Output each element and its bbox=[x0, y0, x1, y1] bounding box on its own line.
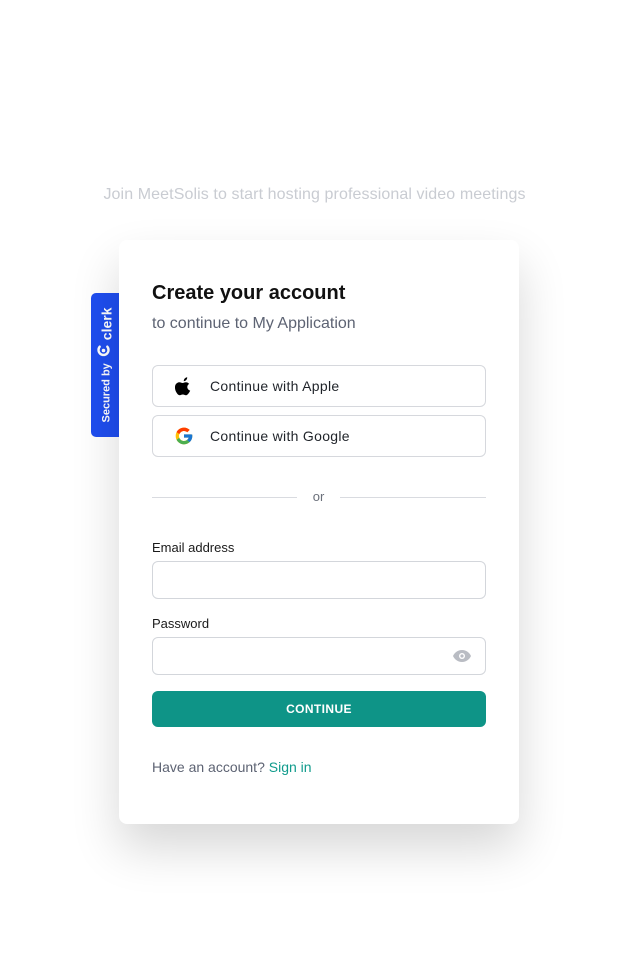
eye-icon[interactable] bbox=[453, 649, 471, 663]
badge-secured-label: Secured by bbox=[100, 363, 112, 423]
divider-line-left bbox=[152, 497, 297, 498]
sign-in-link[interactable]: Sign in bbox=[269, 759, 312, 775]
apple-button-label: Continue with Apple bbox=[210, 378, 340, 394]
apple-icon bbox=[173, 375, 195, 397]
continue-button[interactable]: CONTINUE bbox=[152, 691, 486, 727]
email-label: Email address bbox=[152, 540, 235, 555]
signin-prompt: Have an account? Sign in bbox=[152, 759, 312, 775]
clerk-brand-name: clerk bbox=[98, 307, 114, 341]
divider-line-right bbox=[340, 497, 486, 498]
divider-text: or bbox=[312, 489, 325, 504]
signup-card: Create your account to continue to My Ap… bbox=[119, 240, 519, 824]
signin-prompt-text: Have an account? bbox=[152, 759, 265, 775]
card-subtitle: to continue to My Application bbox=[152, 315, 356, 332]
email-field[interactable] bbox=[152, 561, 486, 599]
google-button-label: Continue with Google bbox=[210, 428, 350, 444]
secured-by-badge[interactable]: Secured by clerk bbox=[91, 293, 121, 437]
card-title: Create your account bbox=[152, 282, 346, 304]
clerk-logo-icon bbox=[97, 343, 116, 357]
google-icon bbox=[173, 425, 195, 447]
password-label: Password bbox=[152, 616, 210, 631]
continue-with-google-button[interactable]: Continue with Google bbox=[152, 415, 486, 457]
clerk-logo: clerk bbox=[97, 307, 116, 357]
password-field[interactable] bbox=[152, 637, 486, 675]
page-tagline: Join MeetSolis to start hosting professi… bbox=[103, 186, 526, 203]
continue-with-apple-button[interactable]: Continue with Apple bbox=[152, 365, 486, 407]
